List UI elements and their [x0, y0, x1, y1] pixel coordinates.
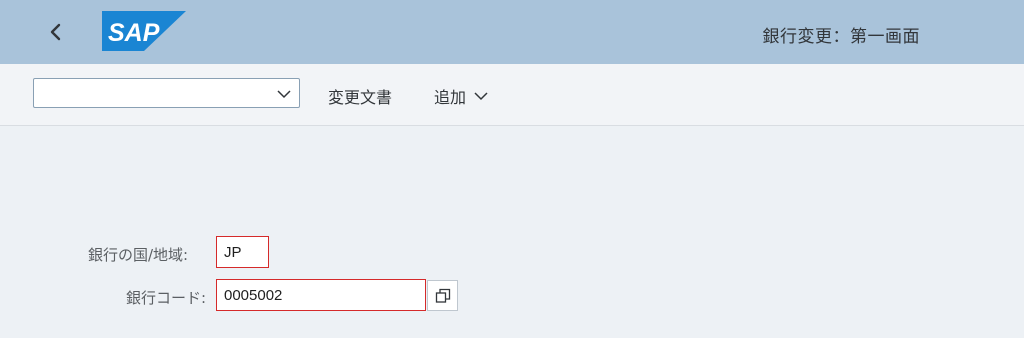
- chevron-down-icon: [277, 90, 291, 99]
- chevron-down-icon: [474, 92, 488, 101]
- svg-text:SAP: SAP: [108, 19, 160, 47]
- change-documents-label: 変更文書: [328, 88, 393, 107]
- more-menu-label: 追加: [434, 88, 467, 107]
- more-menu-button[interactable]: 追加: [434, 84, 490, 108]
- page-title: 銀行変更：第一画面: [762, 27, 920, 47]
- back-button[interactable]: [40, 16, 72, 48]
- sap-logo: SAP: [102, 11, 186, 51]
- command-field-select[interactable]: [33, 78, 300, 108]
- toolbar: 変更文書 追加: [0, 64, 1024, 126]
- back-arrow-icon: [50, 23, 61, 41]
- value-help-icon: [435, 288, 450, 303]
- bank-code-input[interactable]: 0005002: [216, 279, 426, 311]
- shell-bar: SAP 銀行変更：第一画面: [0, 0, 1024, 64]
- bank-country-label: 銀行の国/地域:: [88, 246, 189, 264]
- change-documents-button[interactable]: 変更文書: [328, 84, 392, 108]
- main-content: 銀行の国/地域: JP 銀行コード: 0005002: [0, 127, 1024, 338]
- bank-code-label: 銀行コード:: [126, 289, 207, 307]
- bank-country-input[interactable]: JP: [216, 236, 269, 268]
- value-help-button[interactable]: [427, 280, 458, 311]
